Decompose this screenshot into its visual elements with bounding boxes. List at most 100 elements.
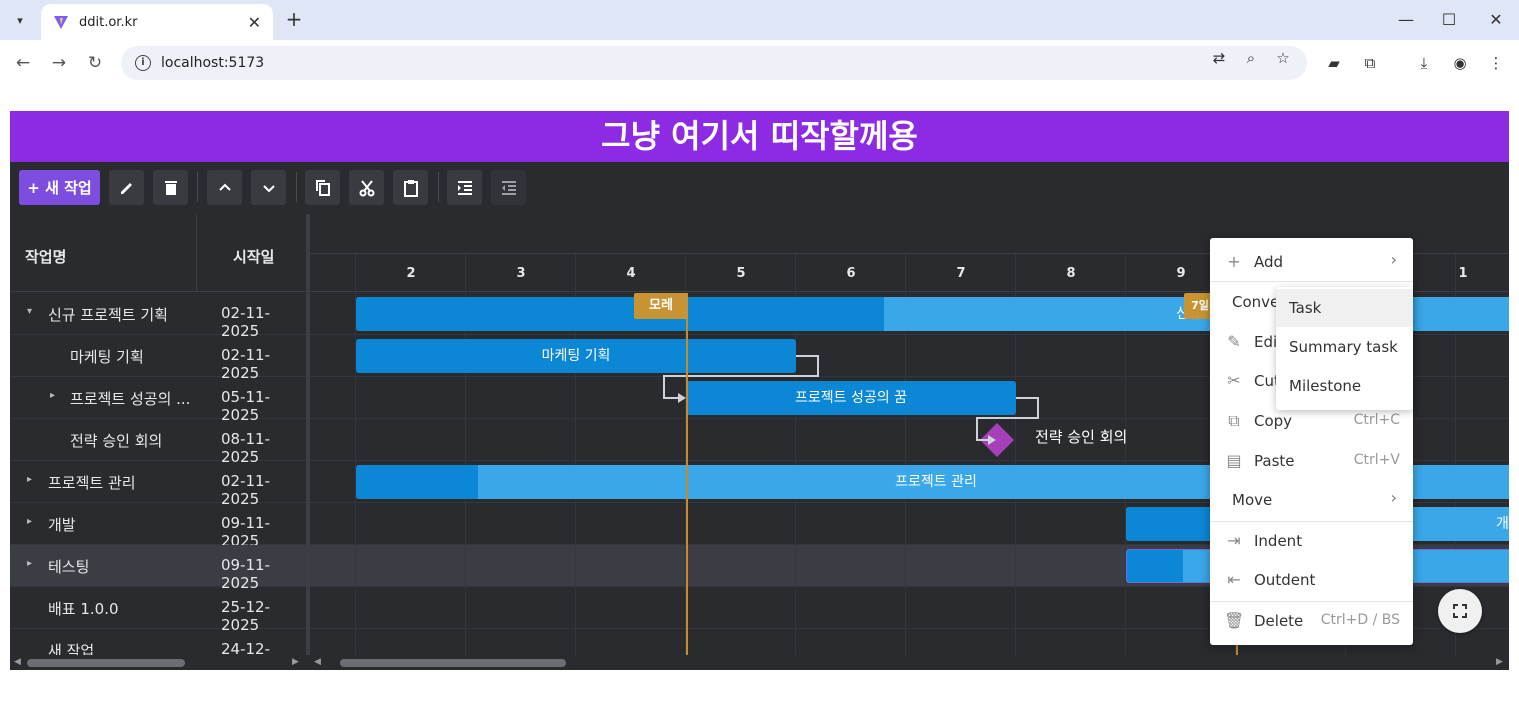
cut-button[interactable] xyxy=(349,170,384,205)
paste-button[interactable] xyxy=(393,170,428,205)
task-name: 프로젝트 성공의 ... xyxy=(70,390,191,408)
scissors-icon: ✂ xyxy=(1227,371,1241,390)
new-task-button[interactable]: + 새 작업 xyxy=(19,170,100,205)
trash-icon: 🗑 xyxy=(1224,611,1245,630)
app-title: 그냥 여기서 띠작할께용 xyxy=(10,111,1509,162)
outdent-icon xyxy=(501,180,516,195)
expand-caret-icon[interactable]: ▸ xyxy=(27,474,32,485)
scissors-icon xyxy=(359,179,374,196)
grid-row[interactable]: 마케팅 기획 02-11-2025 xyxy=(10,335,306,382)
indent-icon xyxy=(457,180,472,195)
task-name: 전략 승인 회의 xyxy=(70,432,163,450)
submenu-item-task[interactable]: Task xyxy=(1276,289,1413,327)
grid-row[interactable]: ▸ 개발 09-11-2025 xyxy=(10,503,306,550)
chevron-down-icon xyxy=(262,184,275,192)
scroll-right-icon[interactable]: ▶ xyxy=(292,657,299,667)
scroll-thumb[interactable] xyxy=(340,659,566,667)
scroll-left-icon[interactable]: ◀ xyxy=(14,657,21,667)
site-info-icon[interactable]: i xyxy=(135,55,151,71)
grid-row[interactable]: ▸ 프로젝트 관리 02-11-2025 xyxy=(10,461,306,508)
column-start-date[interactable]: 시작일 xyxy=(233,246,274,267)
copy-button[interactable] xyxy=(305,170,340,205)
pencil-icon: ✎ xyxy=(1227,332,1241,351)
scroll-right-icon[interactable]: ▶ xyxy=(1496,657,1503,667)
task-name: 마케팅 기획 xyxy=(70,348,144,366)
grid-header: 작업명 시작일 xyxy=(10,214,306,292)
delete-button[interactable] xyxy=(153,170,188,205)
copy-icon: ⧉ xyxy=(1228,411,1240,430)
zoom-icon[interactable]: ⌕ xyxy=(1241,48,1261,68)
vite-icon xyxy=(54,16,68,29)
bookmark-star-icon[interactable]: ☆ xyxy=(1273,48,1293,68)
submenu-item-summary-task[interactable]: Summary task xyxy=(1276,328,1413,366)
tab-search-chevron-icon[interactable]: ▾ xyxy=(8,8,32,32)
forward-icon[interactable]: → xyxy=(46,50,72,76)
chevron-right-icon: › xyxy=(1390,250,1397,269)
menu-item-delete[interactable]: 🗑 Delete Ctrl+D / BS xyxy=(1210,602,1413,640)
indent-icon: ⇥ xyxy=(1227,531,1241,550)
chart-scrollbar[interactable]: ◀ ▶ xyxy=(310,655,1509,670)
reload-icon[interactable]: ↻ xyxy=(82,50,108,76)
extensions-icon[interactable]: ⧉ xyxy=(1359,52,1381,74)
grid-scrollbar[interactable]: ◀ ▶ xyxy=(10,655,306,670)
today-marker-label: 모레 xyxy=(634,293,688,319)
move-down-button[interactable] xyxy=(251,170,286,205)
grid-row[interactable]: ▾ 신규 프로젝트 기획 02-11-2025 xyxy=(10,293,306,340)
grid-row[interactable]: 전략 승인 회의 08-11-2025 xyxy=(10,419,306,466)
clipboard-icon: ▤ xyxy=(1226,451,1242,470)
submenu-item-milestone[interactable]: Milestone xyxy=(1276,367,1413,405)
clipboard-icon xyxy=(403,179,418,197)
grid-row[interactable]: ▸ 프로젝트 성공의 ... 05-11-2025 xyxy=(10,377,306,424)
expand-caret-icon[interactable]: ▸ xyxy=(50,390,55,401)
translate-icon[interactable]: ⇄ xyxy=(1209,48,1229,68)
chevron-right-icon: › xyxy=(1390,488,1397,507)
task-name: 테스팅 xyxy=(48,558,90,576)
download-icon[interactable]: ⤓ xyxy=(1413,52,1435,74)
collapse-caret-icon[interactable]: ▾ xyxy=(27,306,32,317)
close-tab-icon[interactable]: ✕ xyxy=(248,13,261,32)
outdent-button[interactable] xyxy=(491,170,526,205)
browser-toolbar: ← → ↻ i localhost:5173 ⇄ ⌕ ☆ ▰ ⧉ ⤓ ◉ ⋮ xyxy=(0,40,1519,86)
add-submenu: Task Summary task Milestone xyxy=(1276,287,1413,410)
maximize-icon[interactable]: ☐ xyxy=(1437,8,1461,32)
trash-icon xyxy=(164,180,177,195)
move-up-button[interactable] xyxy=(207,170,242,205)
plus-icon: + xyxy=(1227,252,1241,271)
browser-titlebar: ▾ ddit.or.kr ✕ + — ☐ ✕ xyxy=(0,0,1519,40)
menu-item-move[interactable]: Move › xyxy=(1210,481,1413,519)
task-name: 개발 xyxy=(48,516,76,534)
pencil-icon xyxy=(120,182,132,194)
minimize-icon[interactable]: — xyxy=(1394,8,1418,32)
menu-item-indent[interactable]: ⇥ Indent xyxy=(1210,522,1413,560)
task-name: 배표 1.0.0 xyxy=(48,600,119,618)
today-marker-line xyxy=(686,293,688,655)
menu-item-add[interactable]: + Add › xyxy=(1210,243,1413,281)
grid-row[interactable]: 배표 1.0.0 25-12-2025 xyxy=(10,587,306,634)
expand-caret-icon[interactable]: ▸ xyxy=(27,516,32,527)
copy-icon xyxy=(315,179,330,196)
menu-item-outdent[interactable]: ⇤ Outdent xyxy=(1210,561,1413,599)
url-text: localhost:5173 xyxy=(161,55,265,71)
indent-button[interactable] xyxy=(447,170,482,205)
menu-item-paste[interactable]: ▤ Paste Ctrl+V xyxy=(1210,442,1413,480)
grid-row-selected[interactable]: ▸ 테스팅 09-11-2025 xyxy=(10,545,306,592)
scroll-left-icon[interactable]: ◀ xyxy=(314,657,321,667)
browser-tab[interactable]: ddit.or.kr ✕ xyxy=(41,4,273,40)
scroll-thumb[interactable] xyxy=(27,659,185,667)
outdent-icon: ⇤ xyxy=(1227,570,1241,589)
tab-title: ddit.or.kr xyxy=(79,14,138,30)
profile-icon[interactable]: ◉ xyxy=(1449,52,1471,74)
close-window-icon[interactable]: ✕ xyxy=(1484,8,1508,32)
task-name: 프로젝트 관리 xyxy=(48,474,136,492)
fullscreen-button[interactable] xyxy=(1438,589,1482,633)
extension-app-icon[interactable]: ▰ xyxy=(1323,52,1345,74)
column-task-name[interactable]: 작업명 xyxy=(25,246,66,267)
menu-kebab-icon[interactable]: ⋮ xyxy=(1485,52,1507,74)
expand-caret-icon[interactable]: ▸ xyxy=(27,558,32,569)
chevron-up-icon xyxy=(218,183,231,191)
edit-button[interactable] xyxy=(109,170,144,205)
fullscreen-icon xyxy=(1453,604,1467,618)
address-bar[interactable]: i localhost:5173 xyxy=(121,46,1307,80)
new-tab-icon[interactable]: + xyxy=(283,8,305,32)
back-icon[interactable]: ← xyxy=(10,50,36,76)
